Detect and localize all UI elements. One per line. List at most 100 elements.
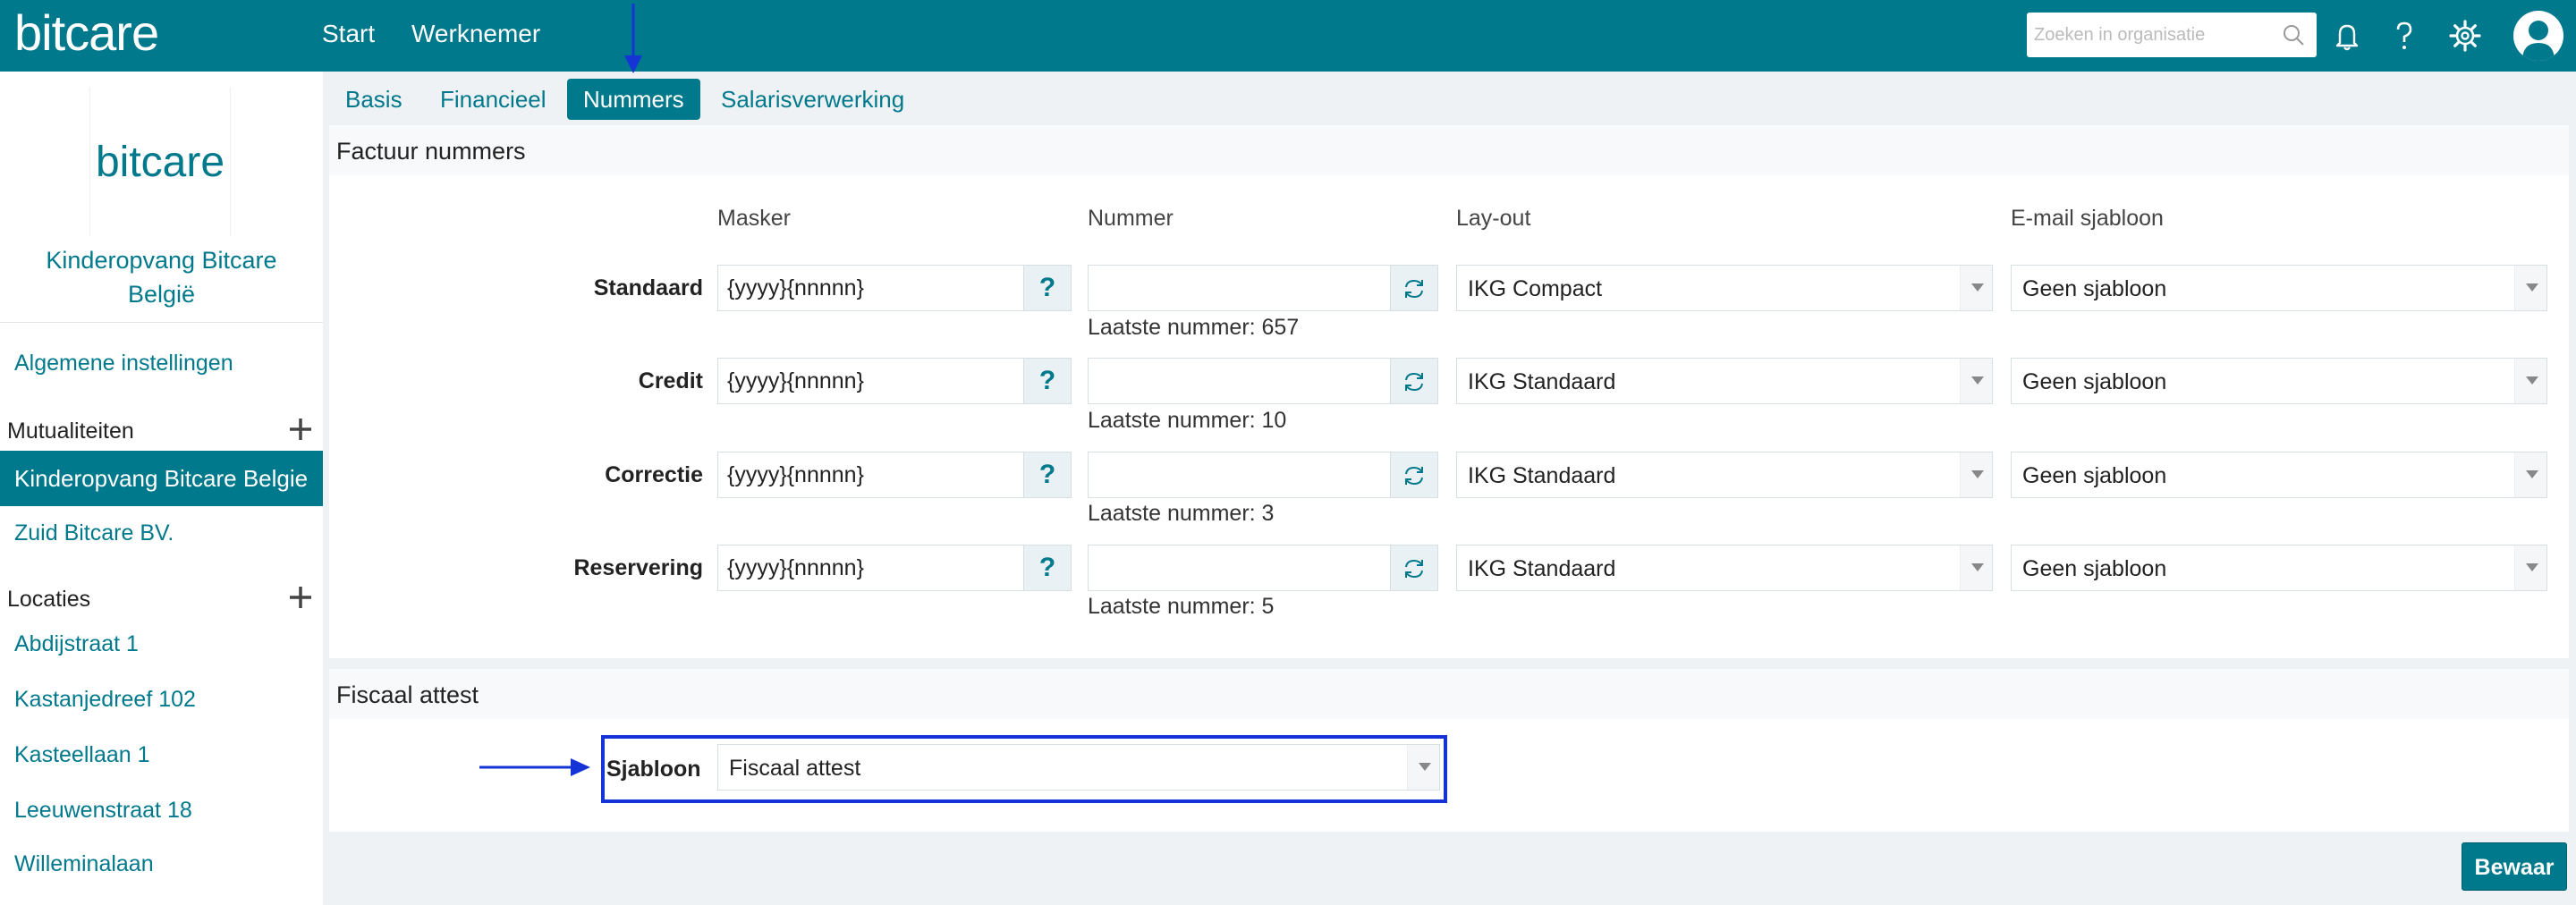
number-field <box>1088 265 1392 311</box>
nav-start[interactable]: Start <box>322 20 375 48</box>
dropdown-box <box>2514 452 2546 497</box>
number-input-credit[interactable] <box>1097 366 1370 396</box>
email-template-select-value: Geen sjabloon <box>2022 463 2167 488</box>
mask-help-button[interactable]: ? <box>1023 265 1072 311</box>
sidebar-item-mutuality[interactable]: Zuid Bitcare BV. <box>14 520 174 546</box>
layout-select-correctie[interactable]: IKG Standaard <box>1456 452 1993 498</box>
last-number-credit: Laatste nummer: 10 <box>1088 408 1287 433</box>
refresh-icon <box>1405 279 1423 299</box>
email-template-select-correctie[interactable]: Geen sjabloon <box>2011 452 2547 498</box>
mask-field <box>717 452 1025 498</box>
number-input-standaard[interactable] <box>1097 273 1370 303</box>
search-icon[interactable] <box>2281 22 2306 47</box>
sidebar-item-location[interactable]: Kasteellaan 1 <box>14 742 150 768</box>
number-input-reservering[interactable] <box>1097 553 1370 583</box>
email-template-select-standaard[interactable]: Geen sjabloon <box>2011 265 2547 311</box>
dropdown-box <box>1407 745 1439 790</box>
mask-help-button[interactable]: ? <box>1023 358 1072 404</box>
last-number-correctie: Laatste nummer: 3 <box>1088 501 1275 526</box>
email-template-select-reservering[interactable]: Geen sjabloon <box>2011 545 2547 591</box>
user-avatar[interactable] <box>2513 11 2563 61</box>
refresh-icon <box>1405 466 1423 486</box>
layout-select-standaard[interactable]: IKG Compact <box>1456 265 1993 311</box>
dropdown-box <box>2514 359 2546 403</box>
sidebar-item-location[interactable]: Kastanjedreef 102 <box>14 687 196 713</box>
refresh-number-button[interactable] <box>1390 265 1438 311</box>
bell-icon[interactable] <box>2329 18 2365 54</box>
chevron-down-icon <box>2526 470 2538 478</box>
sidebar-item-location[interactable]: Abdijstraat 1 <box>14 631 139 657</box>
row-label-credit: Credit <box>638 368 703 393</box>
chevron-down-icon <box>2526 563 2538 571</box>
last-number-reservering: Laatste nummer: 5 <box>1088 594 1275 619</box>
layout-select-reservering[interactable]: IKG Standaard <box>1456 545 1993 591</box>
annotation-arrow-right-icon <box>479 758 590 776</box>
layout-select-credit[interactable]: IKG Standaard <box>1456 358 1993 404</box>
add-location-plus-icon[interactable] <box>288 585 313 610</box>
mutualities-header: Mutualiteiten <box>7 419 134 444</box>
email-template-select-value: Geen sjabloon <box>2022 556 2167 581</box>
sidebar-item-location[interactable]: Willeminalaan <box>14 851 154 877</box>
sidebar: bitcare Kinderopvang Bitcare België Alge… <box>0 72 323 905</box>
app-logo[interactable]: bitcare <box>14 2 159 64</box>
mask-input-correctie[interactable] <box>727 460 1003 490</box>
tab-financieel[interactable]: Financieel <box>424 79 563 120</box>
mask-input-reservering[interactable] <box>727 553 1003 583</box>
number-input-correctie[interactable] <box>1097 460 1370 490</box>
column-header-mask: Masker <box>717 206 791 231</box>
add-mutuality-plus-icon[interactable] <box>288 417 313 442</box>
sidebar-item-general-settings[interactable]: Algemene instellingen <box>14 351 233 376</box>
search-input[interactable] <box>2034 20 2267 50</box>
dropdown-box <box>2514 546 2546 590</box>
chevron-down-icon <box>2526 283 2538 292</box>
user-icon <box>2522 21 2555 61</box>
top-bar: bitcare Start Werknemer <box>0 0 2576 72</box>
org-name[interactable]: Kinderopvang Bitcare België <box>0 243 323 311</box>
column-header-email-template: E-mail sjabloon <box>2011 206 2164 231</box>
column-header-number: Nummer <box>1088 206 1174 231</box>
help-icon[interactable] <box>2386 18 2422 54</box>
annotation-arrow-down-icon <box>624 4 642 73</box>
dropdown-box <box>1960 452 1992 497</box>
chevron-down-icon <box>1971 283 1984 292</box>
locations-header: Locaties <box>7 587 91 612</box>
template-label: Sjabloon <box>606 757 701 782</box>
search-box <box>2027 13 2317 57</box>
number-field <box>1088 545 1392 591</box>
dropdown-box <box>1960 546 1992 590</box>
org-logo: bitcare <box>95 139 225 186</box>
fiscal-template-select[interactable]: Fiscaal attest <box>717 744 1440 791</box>
nav-werknemer[interactable]: Werknemer <box>411 20 540 48</box>
org-name-line1: Kinderopvang Bitcare <box>46 247 277 274</box>
chevron-down-icon <box>1971 470 1984 478</box>
mask-field <box>717 265 1025 311</box>
invoice-numbers-header: Factuur nummers <box>329 125 2569 177</box>
chevron-down-icon <box>1419 763 1431 771</box>
column-header-layout: Lay-out <box>1456 206 1531 231</box>
mask-help-button[interactable]: ? <box>1023 545 1072 591</box>
org-name-line2: België <box>127 281 196 308</box>
fiscal-certificate-header: Fiscaal attest <box>329 669 2569 721</box>
mask-help-button[interactable]: ? <box>1023 452 1072 498</box>
gear-icon[interactable] <box>2447 18 2483 54</box>
chevron-down-icon <box>1971 563 1984 571</box>
tab-salarisverwerking[interactable]: Salarisverwerking <box>705 79 920 120</box>
email-template-select-value: Geen sjabloon <box>2022 276 2167 301</box>
mask-input-standaard[interactable] <box>727 273 1003 303</box>
save-button[interactable]: Bewaar <box>2462 842 2567 891</box>
tab-basis[interactable]: Basis <box>329 79 419 120</box>
number-field <box>1088 452 1392 498</box>
refresh-number-button[interactable] <box>1390 545 1438 591</box>
mask-input-credit[interactable] <box>727 366 1003 396</box>
sidebar-item-location[interactable]: Leeuwenstraat 18 <box>14 798 192 824</box>
sidebar-item-mutuality-active[interactable]: Kinderopvang Bitcare Belgie <box>0 451 323 506</box>
mask-field <box>717 358 1025 404</box>
refresh-number-button[interactable] <box>1390 358 1438 404</box>
refresh-number-button[interactable] <box>1390 452 1438 498</box>
tab-nummers[interactable]: Nummers <box>567 79 700 120</box>
chevron-down-icon <box>2526 376 2538 385</box>
org-logo-box: bitcare <box>89 88 231 236</box>
layout-select-value: IKG Standaard <box>1468 463 1616 488</box>
email-template-select-credit[interactable]: Geen sjabloon <box>2011 358 2547 404</box>
row-label-reservering: Reservering <box>573 555 703 580</box>
